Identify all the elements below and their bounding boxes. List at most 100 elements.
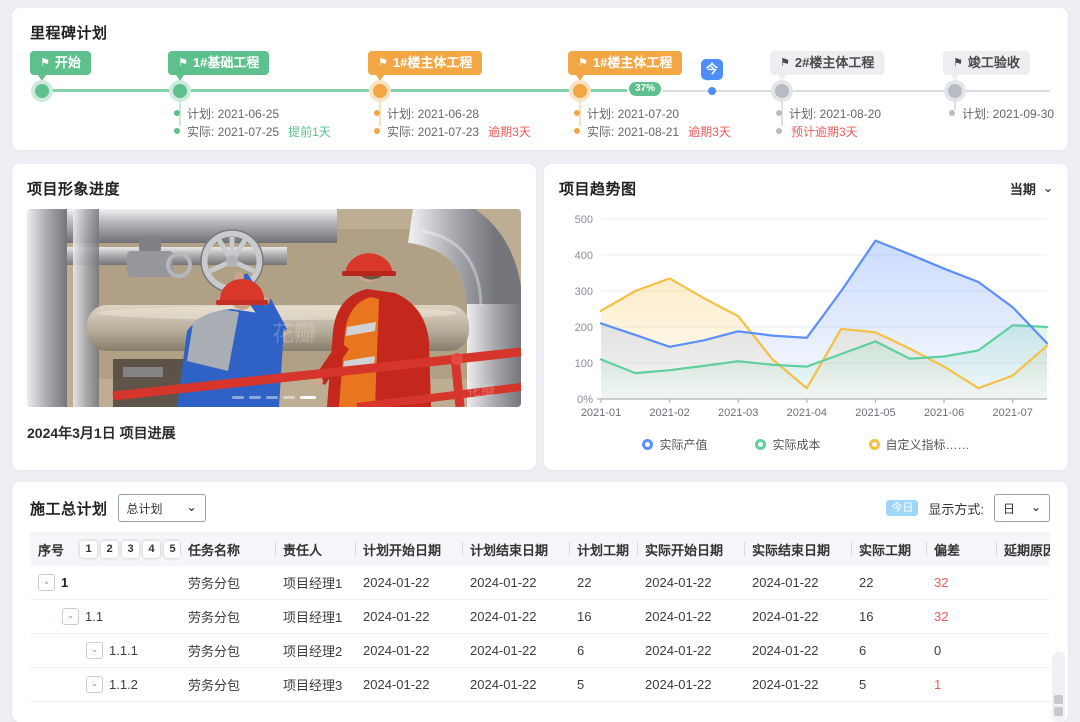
photo-carousel[interactable]: 花瓣 花瓣 <box>27 209 521 407</box>
detail-bullet-icon <box>374 128 380 134</box>
row-expand-toggle[interactable]: ⌄ <box>86 676 103 693</box>
photo-watermark: 花瓣 <box>467 382 495 398</box>
legend-marker-icon <box>869 439 880 450</box>
cell-plan_dur: 22 <box>569 566 637 600</box>
detail-bullet-icon <box>174 128 180 134</box>
milestone-badge: ⚑2#楼主体工程 <box>770 51 884 75</box>
flag-icon: ⚑ <box>953 58 963 69</box>
milestone-badge: ⚑1#楼主体工程 <box>368 51 482 75</box>
milestone-details: 计划: 2021-08-20预计逾期3天 <box>776 104 881 140</box>
level-button-1[interactable]: 1 <box>80 541 97 558</box>
y-axis-tick-label: 500 <box>575 214 593 226</box>
legend-item[interactable]: 实际产值 <box>642 436 707 453</box>
cell-reason <box>996 634 1050 668</box>
cell-dev: 32 <box>926 566 996 600</box>
column-header: 延期原因 <box>996 532 1050 566</box>
scrollbar-button[interactable] <box>1054 707 1063 716</box>
column-header: 实际开始日期 <box>637 532 744 566</box>
milestone-detail-line: 实际: 2021-07-23逾期3天 <box>374 122 531 140</box>
cell-plan_end: 2024-01-22 <box>462 566 569 600</box>
cell-reason <box>996 566 1050 600</box>
table-row: ⌄1劳务分包项目经理12024-01-222024-01-22222024-01… <box>30 566 1050 600</box>
detail-bullet-icon <box>776 110 782 116</box>
row-expand-toggle[interactable]: ⌄ <box>38 574 55 591</box>
milestone-details: 计划: 2021-06-25实际: 2021-07-25 提前1天 <box>174 104 331 140</box>
column-header: 计划工期 <box>569 532 637 566</box>
level-button-2[interactable]: 2 <box>101 541 118 558</box>
carousel-dot[interactable] <box>249 396 261 399</box>
cell-plan_start: 2024-01-22 <box>355 566 462 600</box>
detail-bullet-icon <box>374 110 380 116</box>
period-select-value: 当期 <box>1010 179 1036 198</box>
carousel-dot[interactable] <box>300 396 316 399</box>
cell-plan_dur: 16 <box>569 600 637 634</box>
detail-text: 计划: 2021-06-25 <box>187 105 279 122</box>
carousel-dot[interactable] <box>283 396 295 399</box>
y-axis-tick-label: 100 <box>575 358 593 370</box>
display-mode-label: 显示方式: <box>928 499 984 518</box>
row-expand-toggle[interactable]: ⌄ <box>62 608 79 625</box>
flag-icon: ⚑ <box>578 58 588 69</box>
detail-text: 计划: 2021-08-20 <box>789 105 881 122</box>
cell-reason <box>996 668 1050 702</box>
photo-caption: 2024年3月1日 项目进展 <box>27 423 521 443</box>
plan-type-select[interactable]: 总计划 ⌄ <box>118 494 206 522</box>
milestone-details: 计划: 2021-09-30 <box>949 104 1054 122</box>
carousel-dots <box>232 396 316 399</box>
legend-marker-icon <box>755 439 766 450</box>
x-axis-tick-label: 2021-02 <box>649 407 689 419</box>
display-mode-select[interactable]: 日 ⌄ <box>994 494 1050 522</box>
column-header: 计划开始日期 <box>355 532 462 566</box>
cell-act_start: 2024-01-22 <box>637 566 744 600</box>
milestone-badge: ⚑竣工验收 <box>943 51 1030 75</box>
cell-act_end: 2024-01-22 <box>744 634 851 668</box>
detail-status-text: 逾期3天 <box>488 123 531 140</box>
row-id: 1 <box>61 575 68 590</box>
milestone-label: 开始 <box>55 51 81 75</box>
detail-status-text: 预计逾期3天 <box>791 123 858 140</box>
display-mode-select-value: 日 <box>1003 500 1015 517</box>
detail-text: 计划: 2021-06-28 <box>387 105 479 122</box>
cell-act_dur: 5 <box>851 668 926 702</box>
milestone-dot <box>173 84 187 98</box>
milestone-dot <box>775 84 789 98</box>
detail-text: 实际: 2021-07-25 <box>187 123 279 140</box>
row-id: 1.1 <box>85 609 103 624</box>
milestone-detail-line: 预计逾期3天 <box>776 122 881 140</box>
column-header: 实际结束日期 <box>744 532 851 566</box>
column-header: 偏差 <box>926 532 996 566</box>
photo-watermark: 花瓣 <box>272 321 316 346</box>
today-marker-badge: 今 <box>701 59 723 80</box>
row-expand-toggle[interactable]: ⌄ <box>86 642 103 659</box>
carousel-dot[interactable] <box>232 396 244 399</box>
legend-item[interactable]: 自定义指标…… <box>869 436 970 453</box>
cell-plan_start: 2024-01-22 <box>355 634 462 668</box>
cell-act_start: 2024-01-22 <box>637 668 744 702</box>
plan-table: 序号12345任务名称责任人计划开始日期计划结束日期计划工期实际开始日期实际结束… <box>30 532 1050 702</box>
cell-task: 劳务分包 <box>180 668 275 702</box>
x-axis-tick-label: 2021-03 <box>718 407 758 419</box>
period-select[interactable]: 当期 ⌄ <box>1010 179 1053 198</box>
detail-status-text: 提前1天 <box>288 123 331 140</box>
level-button-5[interactable]: 5 <box>164 541 180 558</box>
carousel-dot[interactable] <box>266 396 278 399</box>
cell-plan_start: 2024-01-22 <box>355 668 462 702</box>
milestone-badge: ⚑开始 <box>30 51 91 75</box>
milestone-badge: ⚑1#基础工程 <box>168 51 269 75</box>
detail-bullet-icon <box>776 128 782 134</box>
detail-bullet-icon <box>574 128 580 134</box>
progress-badge: 37% <box>629 82 661 96</box>
level-button-3[interactable]: 3 <box>122 541 139 558</box>
project-progress-card: 项目形象进度 <box>12 164 536 470</box>
level-buttons: 12345 <box>80 541 180 558</box>
cell-act_dur: 16 <box>851 600 926 634</box>
detail-status-text: 逾期3天 <box>688 123 731 140</box>
scrollbar-button[interactable] <box>1054 695 1063 704</box>
cell-plan_end: 2024-01-22 <box>462 668 569 702</box>
legend-item[interactable]: 实际成本 <box>755 436 820 453</box>
flag-icon: ⚑ <box>780 58 790 69</box>
milestone-details: 计划: 2021-06-28实际: 2021-07-23逾期3天 <box>374 104 531 140</box>
cell-task: 劳务分包 <box>180 566 275 600</box>
level-button-4[interactable]: 4 <box>143 541 160 558</box>
today-chip[interactable]: 今日 <box>886 500 918 516</box>
